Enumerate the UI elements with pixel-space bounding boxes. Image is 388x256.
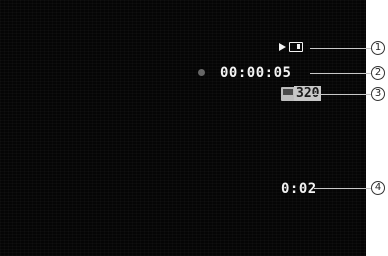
callout-leader-1 (310, 48, 372, 49)
remaining-time: 0:02 (281, 181, 317, 197)
callout-3: 3 (371, 87, 385, 101)
play-icon (279, 43, 286, 51)
callout-1: 1 (371, 41, 385, 55)
camera-lcd-screen: 00:00:05 320 0:02 (0, 0, 366, 256)
callout-leader-2 (310, 73, 372, 74)
timecode: 00:00:05 (220, 65, 292, 81)
callout-leader-4 (314, 188, 372, 189)
record-dot-icon (198, 69, 205, 76)
callout-2: 2 (371, 66, 385, 80)
playback-card-indicator (279, 42, 303, 52)
film-icon (281, 87, 295, 101)
callout-4: 4 (371, 181, 385, 195)
callout-leader-3 (312, 94, 372, 95)
memory-card-icon (289, 42, 303, 52)
